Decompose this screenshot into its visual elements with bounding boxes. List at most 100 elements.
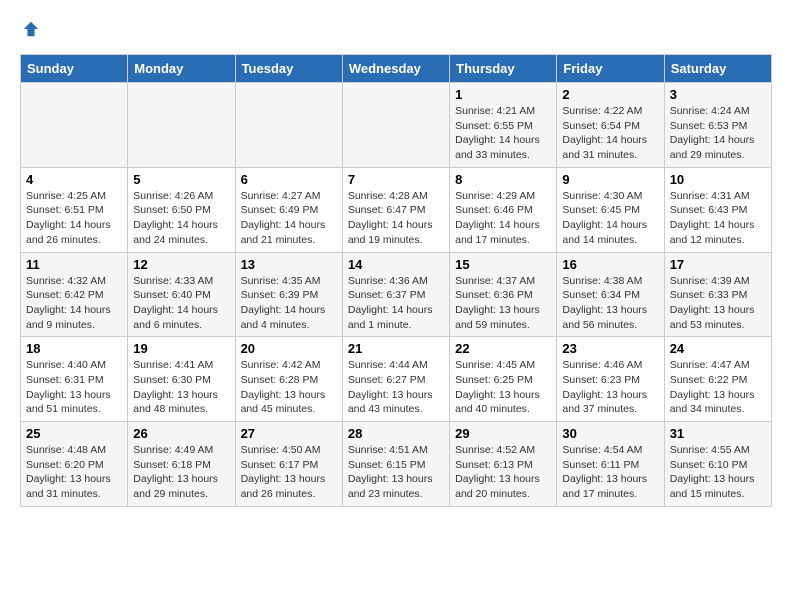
day-info: Sunrise: 4:54 AM Sunset: 6:11 PM Dayligh… (562, 443, 658, 502)
calendar-cell: 14 Sunrise: 4:36 AM Sunset: 6:37 PM Dayli… (342, 252, 449, 337)
page-header (20, 20, 772, 38)
day-info: Sunrise: 4:45 AM Sunset: 6:25 PM Dayligh… (455, 358, 551, 417)
calendar-cell: 18 Sunrise: 4:40 AM Sunset: 6:31 PM Dayli… (21, 337, 128, 422)
day-number: 26 (133, 426, 229, 441)
logo-icon (22, 20, 40, 38)
day-info: Sunrise: 4:28 AM Sunset: 6:47 PM Dayligh… (348, 189, 444, 248)
calendar-cell: 12 Sunrise: 4:33 AM Sunset: 6:40 PM Dayli… (128, 252, 235, 337)
calendar-week-4: 18 Sunrise: 4:40 AM Sunset: 6:31 PM Dayli… (21, 337, 772, 422)
day-number: 4 (26, 172, 122, 187)
day-number: 17 (670, 257, 766, 272)
day-number: 7 (348, 172, 444, 187)
calendar-cell: 17 Sunrise: 4:39 AM Sunset: 6:33 PM Dayli… (664, 252, 771, 337)
day-info: Sunrise: 4:38 AM Sunset: 6:34 PM Dayligh… (562, 274, 658, 333)
calendar-cell: 15 Sunrise: 4:37 AM Sunset: 6:36 PM Dayli… (450, 252, 557, 337)
calendar-header: SundayMondayTuesdayWednesdayThursdayFrid… (21, 55, 772, 83)
calendar-cell (21, 83, 128, 168)
day-number: 11 (26, 257, 122, 272)
day-number: 3 (670, 87, 766, 102)
day-info: Sunrise: 4:46 AM Sunset: 6:23 PM Dayligh… (562, 358, 658, 417)
calendar-cell: 21 Sunrise: 4:44 AM Sunset: 6:27 PM Dayli… (342, 337, 449, 422)
calendar-cell: 16 Sunrise: 4:38 AM Sunset: 6:34 PM Dayli… (557, 252, 664, 337)
calendar-cell: 1 Sunrise: 4:21 AM Sunset: 6:55 PM Daylig… (450, 83, 557, 168)
calendar-week-1: 1 Sunrise: 4:21 AM Sunset: 6:55 PM Daylig… (21, 83, 772, 168)
calendar-cell: 25 Sunrise: 4:48 AM Sunset: 6:20 PM Dayli… (21, 422, 128, 507)
day-number: 12 (133, 257, 229, 272)
calendar-cell: 19 Sunrise: 4:41 AM Sunset: 6:30 PM Dayli… (128, 337, 235, 422)
calendar-cell (128, 83, 235, 168)
weekday-header-thursday: Thursday (450, 55, 557, 83)
day-info: Sunrise: 4:40 AM Sunset: 6:31 PM Dayligh… (26, 358, 122, 417)
calendar-cell: 5Sunrise: 4:26 AM Sunset: 6:50 PM Daylig… (128, 167, 235, 252)
day-info: Sunrise: 4:27 AM Sunset: 6:49 PM Dayligh… (241, 189, 337, 248)
day-number: 2 (562, 87, 658, 102)
day-info: Sunrise: 4:21 AM Sunset: 6:55 PM Dayligh… (455, 104, 551, 163)
calendar-cell: 11 Sunrise: 4:32 AM Sunset: 6:42 PM Dayli… (21, 252, 128, 337)
weekday-header-monday: Monday (128, 55, 235, 83)
day-info: Sunrise: 4:35 AM Sunset: 6:39 PM Dayligh… (241, 274, 337, 333)
day-number: 18 (26, 341, 122, 356)
calendar-week-5: 25 Sunrise: 4:48 AM Sunset: 6:20 PM Dayli… (21, 422, 772, 507)
day-number: 27 (241, 426, 337, 441)
day-number: 23 (562, 341, 658, 356)
day-info: Sunrise: 4:52 AM Sunset: 6:13 PM Dayligh… (455, 443, 551, 502)
day-number: 31 (670, 426, 766, 441)
weekday-header-wednesday: Wednesday (342, 55, 449, 83)
calendar-cell: 30 Sunrise: 4:54 AM Sunset: 6:11 PM Dayli… (557, 422, 664, 507)
day-number: 28 (348, 426, 444, 441)
day-number: 16 (562, 257, 658, 272)
calendar-cell: 10 Sunrise: 4:31 AM Sunset: 6:43 PM Dayli… (664, 167, 771, 252)
day-number: 21 (348, 341, 444, 356)
calendar-cell: 3 Sunrise: 4:24 AM Sunset: 6:53 PM Daylig… (664, 83, 771, 168)
day-info: Sunrise: 4:25 AM Sunset: 6:51 PM Dayligh… (26, 189, 122, 248)
day-info: Sunrise: 4:55 AM Sunset: 6:10 PM Dayligh… (670, 443, 766, 502)
calendar-cell (235, 83, 342, 168)
calendar-cell: 6Sunrise: 4:27 AM Sunset: 6:49 PM Daylig… (235, 167, 342, 252)
logo (20, 20, 40, 38)
day-info: Sunrise: 4:22 AM Sunset: 6:54 PM Dayligh… (562, 104, 658, 163)
day-info: Sunrise: 4:42 AM Sunset: 6:28 PM Dayligh… (241, 358, 337, 417)
day-number: 30 (562, 426, 658, 441)
day-info: Sunrise: 4:37 AM Sunset: 6:36 PM Dayligh… (455, 274, 551, 333)
day-info: Sunrise: 4:41 AM Sunset: 6:30 PM Dayligh… (133, 358, 229, 417)
calendar-cell: 23 Sunrise: 4:46 AM Sunset: 6:23 PM Dayli… (557, 337, 664, 422)
day-number: 1 (455, 87, 551, 102)
day-info: Sunrise: 4:31 AM Sunset: 6:43 PM Dayligh… (670, 189, 766, 248)
day-info: Sunrise: 4:50 AM Sunset: 6:17 PM Dayligh… (241, 443, 337, 502)
day-info: Sunrise: 4:48 AM Sunset: 6:20 PM Dayligh… (26, 443, 122, 502)
day-number: 9 (562, 172, 658, 187)
day-info: Sunrise: 4:39 AM Sunset: 6:33 PM Dayligh… (670, 274, 766, 333)
calendar-cell: 7 Sunrise: 4:28 AM Sunset: 6:47 PM Daylig… (342, 167, 449, 252)
day-number: 13 (241, 257, 337, 272)
calendar-cell: 28Sunrise: 4:51 AM Sunset: 6:15 PM Dayli… (342, 422, 449, 507)
calendar-cell: 22Sunrise: 4:45 AM Sunset: 6:25 PM Dayli… (450, 337, 557, 422)
day-info: Sunrise: 4:30 AM Sunset: 6:45 PM Dayligh… (562, 189, 658, 248)
day-info: Sunrise: 4:26 AM Sunset: 6:50 PM Dayligh… (133, 189, 229, 248)
calendar-week-2: 4 Sunrise: 4:25 AM Sunset: 6:51 PM Daylig… (21, 167, 772, 252)
weekday-header-saturday: Saturday (664, 55, 771, 83)
calendar-cell: 24Sunrise: 4:47 AM Sunset: 6:22 PM Dayli… (664, 337, 771, 422)
calendar-cell: 13 Sunrise: 4:35 AM Sunset: 6:39 PM Dayli… (235, 252, 342, 337)
calendar-cell: 8Sunrise: 4:29 AM Sunset: 6:46 PM Daylig… (450, 167, 557, 252)
day-info: Sunrise: 4:32 AM Sunset: 6:42 PM Dayligh… (26, 274, 122, 333)
calendar-cell: 26 Sunrise: 4:49 AM Sunset: 6:18 PM Dayli… (128, 422, 235, 507)
day-info: Sunrise: 4:33 AM Sunset: 6:40 PM Dayligh… (133, 274, 229, 333)
day-info: Sunrise: 4:29 AM Sunset: 6:46 PM Dayligh… (455, 189, 551, 248)
day-info: Sunrise: 4:44 AM Sunset: 6:27 PM Dayligh… (348, 358, 444, 417)
day-info: Sunrise: 4:24 AM Sunset: 6:53 PM Dayligh… (670, 104, 766, 163)
weekday-header-friday: Friday (557, 55, 664, 83)
calendar-cell (342, 83, 449, 168)
calendar-cell: 4 Sunrise: 4:25 AM Sunset: 6:51 PM Daylig… (21, 167, 128, 252)
day-number: 14 (348, 257, 444, 272)
day-number: 19 (133, 341, 229, 356)
weekday-header-tuesday: Tuesday (235, 55, 342, 83)
day-number: 10 (670, 172, 766, 187)
day-number: 25 (26, 426, 122, 441)
weekday-header-sunday: Sunday (21, 55, 128, 83)
day-number: 29 (455, 426, 551, 441)
calendar-cell: 20Sunrise: 4:42 AM Sunset: 6:28 PM Dayli… (235, 337, 342, 422)
day-number: 15 (455, 257, 551, 272)
day-info: Sunrise: 4:47 AM Sunset: 6:22 PM Dayligh… (670, 358, 766, 417)
day-info: Sunrise: 4:49 AM Sunset: 6:18 PM Dayligh… (133, 443, 229, 502)
day-info: Sunrise: 4:36 AM Sunset: 6:37 PM Dayligh… (348, 274, 444, 333)
